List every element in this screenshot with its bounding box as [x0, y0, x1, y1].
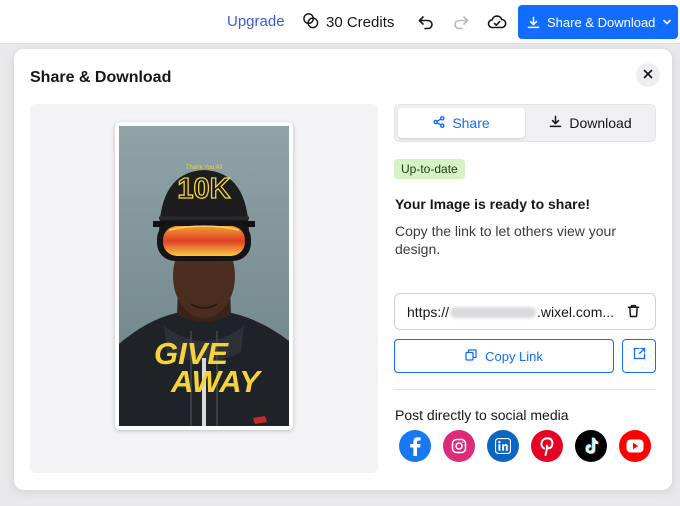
top-bar: Upgrade 30 Credits Share & Download	[0, 0, 680, 44]
open-link-button[interactable]	[622, 339, 656, 373]
social-label: Post directly to social media	[395, 407, 569, 423]
divider	[394, 389, 656, 390]
pinterest-icon[interactable]	[531, 430, 563, 462]
credits-label: 30 Credits	[326, 14, 395, 31]
close-button[interactable]	[636, 63, 660, 87]
share-link-prefix: https://	[407, 304, 450, 320]
cloud-save-icon[interactable]	[486, 11, 508, 33]
tab-download[interactable]: Download	[527, 108, 654, 138]
youtube-icon[interactable]	[619, 430, 651, 462]
ready-title: Your Image is ready to share!	[395, 196, 591, 212]
share-download-modal: Share & Download Thank You All 10K GIVE …	[14, 49, 672, 490]
copy-icon	[465, 348, 477, 364]
upgrade-link[interactable]: Upgrade	[227, 13, 285, 30]
status-badge: Up-to-date	[394, 159, 465, 179]
instagram-icon[interactable]	[443, 430, 475, 462]
download-icon	[527, 16, 540, 29]
design-word-away: AWAY	[170, 364, 263, 399]
share-download-tabs: Share Download	[394, 104, 656, 142]
design-preview-area: Thank You All 10K GIVE AWAY	[30, 104, 378, 473]
undo-icon[interactable]	[415, 11, 437, 33]
download-icon	[549, 115, 562, 131]
tiktok-icon[interactable]	[575, 430, 607, 462]
external-link-icon	[633, 347, 646, 365]
trash-icon[interactable]	[627, 304, 640, 323]
tab-download-label: Download	[569, 115, 632, 131]
chevron-down-icon[interactable]	[656, 17, 678, 27]
share-icon	[433, 115, 445, 131]
copy-link-button[interactable]: Copy Link	[394, 339, 614, 373]
tab-share[interactable]: Share	[398, 108, 525, 138]
facebook-icon[interactable]	[399, 430, 431, 462]
close-icon	[643, 66, 653, 84]
design-big-text: 10K	[177, 173, 230, 205]
copy-link-label: Copy Link	[485, 348, 543, 364]
design-thumbnail: Thank You All 10K GIVE AWAY	[115, 122, 293, 430]
modal-title: Share & Download	[30, 69, 172, 86]
linkedin-icon[interactable]	[487, 430, 519, 462]
share-download-button[interactable]: Share & Download	[518, 5, 678, 39]
credits-button[interactable]: 30 Credits	[302, 12, 394, 33]
share-link-redacted	[450, 306, 537, 318]
share-link-text: https:// .wixel.com...	[407, 304, 614, 320]
share-link-field[interactable]: https:// .wixel.com...	[394, 293, 656, 330]
credits-icon	[302, 12, 319, 33]
share-link-suffix: .wixel.com...	[537, 304, 615, 320]
redo-icon[interactable]	[450, 11, 472, 33]
ready-description: Copy the link to let others view your de…	[395, 223, 616, 257]
design-small-text: Thank You All	[186, 165, 222, 171]
tab-share-label: Share	[452, 115, 490, 131]
share-download-label: Share & Download	[547, 14, 656, 30]
